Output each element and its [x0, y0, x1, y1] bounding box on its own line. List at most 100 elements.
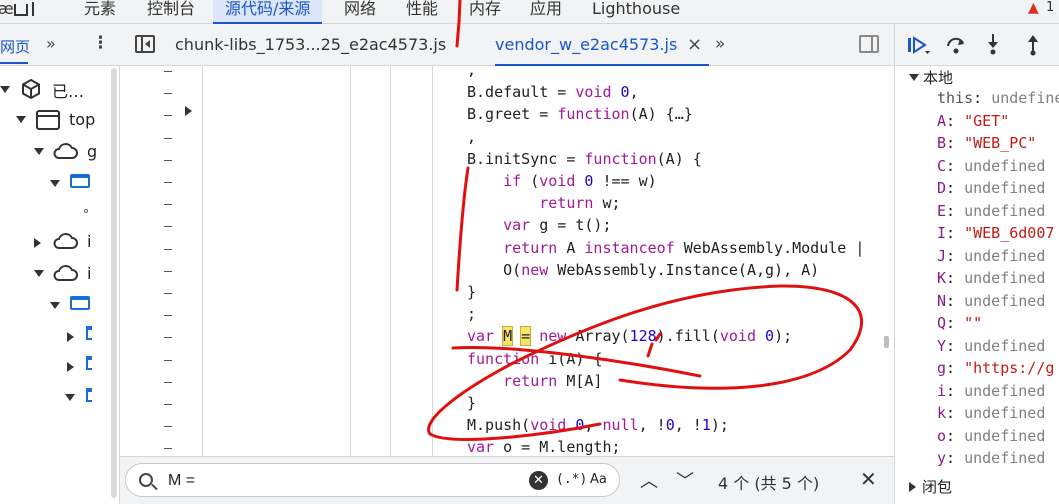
tab-lighthouse[interactable]: Lighthouse [592, 0, 680, 24]
collapse-arrow-icon[interactable] [909, 482, 916, 492]
toggle-debugger-icon[interactable] [859, 35, 879, 53]
expand-arrow-icon[interactable] [50, 180, 60, 187]
toggle-navigator-icon[interactable] [135, 35, 155, 53]
search-field[interactable]: ✕ (.*) Aa [125, 463, 620, 497]
scope-variable[interactable]: y: undefined [937, 448, 1045, 468]
code-line[interactable]: B.default = void 0, [467, 82, 639, 102]
code-line[interactable]: var o = M.length; [467, 437, 621, 457]
expand-arrow-icon[interactable] [50, 302, 60, 309]
file-tab-chunk-libs[interactable]: chunk-libs_1753...25_e2ac4573.js [175, 24, 446, 66]
scope-variable[interactable]: J: undefined [937, 246, 1045, 266]
scope-variable[interactable]: k: undefined [937, 403, 1045, 423]
expand-arrow-icon[interactable] [34, 148, 44, 155]
more-options-icon[interactable]: ⋮ [92, 33, 109, 53]
step-over-icon[interactable] [945, 34, 967, 56]
scope-variable[interactable]: D: undefined [937, 178, 1045, 198]
line-marker[interactable] [164, 270, 172, 272]
scope-variable[interactable]: B: "WEB_PC" [937, 133, 1036, 153]
code-line[interactable]: return M[A] [467, 371, 602, 391]
line-marker[interactable] [164, 359, 172, 361]
scope-variable[interactable]: E: undefined [937, 201, 1045, 221]
code-line[interactable]: B.greet = function(A) {…} [467, 104, 693, 124]
fold-arrow-icon[interactable] [185, 106, 192, 116]
tab-application[interactable]: 应用 [530, 0, 562, 24]
line-marker[interactable] [164, 448, 172, 450]
code-line[interactable]: return A instanceof WebAssembly.Module | [467, 238, 864, 258]
line-marker[interactable] [164, 315, 172, 317]
search-input[interactable] [168, 471, 498, 491]
line-marker[interactable] [164, 115, 172, 117]
code-line[interactable]: function i(A) { [467, 349, 602, 369]
expand-arrow-icon[interactable] [34, 270, 44, 277]
code-line[interactable]: O(new WebAssembly.Instance(A,g), A) [467, 260, 819, 280]
code-line[interactable]: } [467, 282, 476, 302]
tab-sources[interactable]: 源代码/来源 [213, 0, 323, 24]
chevron-down-icon[interactable]: ﹀ [676, 467, 694, 493]
scope-variable[interactable]: A: "GET" [937, 111, 1009, 131]
tab-memory[interactable]: 内存 [469, 0, 501, 24]
expand-arrow-icon[interactable] [65, 394, 75, 401]
chevron-double-right-icon[interactable]: » [46, 34, 56, 53]
scope-variable[interactable]: I: "WEB_6d007 [937, 223, 1054, 243]
clear-icon[interactable]: ✕ [529, 471, 548, 490]
code-line[interactable]: , [467, 127, 476, 147]
line-marker[interactable] [164, 137, 172, 139]
step-into-icon[interactable] [985, 32, 1001, 56]
scope-variable[interactable]: o: undefined [937, 426, 1045, 446]
line-marker[interactable] [164, 337, 172, 339]
scope-variable[interactable]: K: undefined [937, 268, 1045, 288]
tab-partial[interactable]: æ [0, 0, 14, 24]
scope-variable[interactable]: Q: "" [937, 313, 982, 333]
line-marker[interactable] [164, 381, 172, 383]
step-out-icon[interactable] [1025, 32, 1041, 56]
code-line[interactable]: B.initSync = function(A) { [467, 149, 702, 169]
line-marker[interactable] [164, 93, 172, 95]
chevron-up-icon[interactable]: ︿ [640, 467, 658, 493]
collapse-arrow-icon[interactable] [67, 362, 74, 372]
line-marker[interactable] [164, 71, 172, 72]
expand-arrow-icon[interactable] [909, 74, 919, 81]
close-icon[interactable]: ✕ [860, 467, 877, 491]
line-marker[interactable] [164, 182, 172, 183]
scope-variable[interactable]: i: undefined [937, 381, 1045, 401]
tab-partial-2[interactable] [14, 2, 34, 26]
scope-variable[interactable]: this: undefine [937, 88, 1059, 108]
line-marker[interactable] [164, 204, 172, 206]
navigator-scrollbar[interactable] [111, 68, 117, 498]
code-line[interactable]: , [467, 60, 476, 80]
tab-elements[interactable]: 元素 [84, 0, 116, 24]
navigator-tab-page[interactable]: 网页 [0, 36, 30, 57]
collapse-arrow-icon[interactable] [67, 332, 74, 342]
scope-variable[interactable]: C: undefined [937, 156, 1045, 176]
code-line[interactable]: if (void 0 !== w) [467, 171, 657, 191]
code-line[interactable]: M.push(void 0, null, !0, !1); [467, 415, 729, 435]
warning-icon[interactable]: ▲ [1028, 0, 1039, 16]
expand-arrow-icon[interactable] [0, 86, 10, 93]
match-case-toggle[interactable]: Aa [590, 472, 607, 487]
regex-toggle[interactable]: (.*) [556, 472, 587, 487]
scope-local-header[interactable]: 本地 [909, 67, 953, 88]
warning-count[interactable]: 1 [1046, 0, 1054, 15]
editor-scrollbar[interactable] [884, 68, 890, 468]
tab-performance[interactable]: 性能 [406, 0, 438, 24]
file-tab-vendor[interactable]: vendor_w_e2ac4573.js [495, 24, 709, 66]
line-marker[interactable] [164, 404, 172, 405]
line-marker[interactable] [164, 293, 172, 294]
line-marker[interactable] [164, 426, 172, 428]
scope-variable[interactable]: g: "https://g [937, 358, 1054, 378]
line-marker[interactable] [164, 159, 172, 161]
collapse-arrow-icon[interactable] [34, 238, 41, 248]
code-line[interactable]: var g = t(); [467, 215, 611, 235]
resume-icon[interactable] [907, 36, 931, 54]
tab-console[interactable]: 控制台 [147, 0, 195, 24]
code-line[interactable]: var M = new Array(128).fill(void 0); [467, 326, 792, 347]
line-marker[interactable] [164, 248, 172, 250]
line-marker[interactable] [164, 226, 172, 228]
scope-variable[interactable]: N: undefined [937, 291, 1045, 311]
close-tab-icon[interactable]: × [687, 34, 702, 55]
code-line[interactable]: } [467, 393, 476, 413]
scope-variable[interactable]: Y: undefined [937, 336, 1045, 356]
expand-arrow-icon[interactable] [16, 116, 26, 123]
scope-closure-header[interactable]: 闭包 [909, 476, 952, 497]
tab-network[interactable]: 网络 [344, 0, 376, 24]
